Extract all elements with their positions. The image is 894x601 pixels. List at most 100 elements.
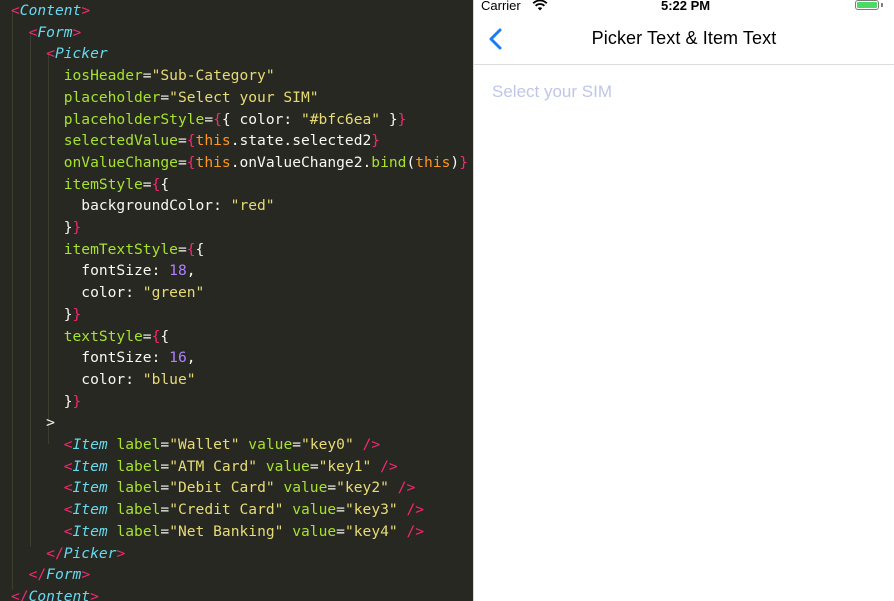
code-token: color: [11,284,143,302]
code-token: backgroundColor: [11,197,231,215]
code-token: fontSize: [11,349,170,367]
code-line: <Item label="Debit Card" value="key2" /> [11,477,416,499]
code-token: Picker [63,544,117,562]
code-token: = [204,110,214,128]
code-token: < [63,436,73,453]
code-line: fontSize: 18, [11,260,196,282]
code-token: "key0" [301,436,354,453]
code-token: { [160,175,170,193]
code-token: "red" [230,197,275,215]
code-line: color: "blue" [11,369,196,391]
code-token: { [213,110,222,128]
code-token: } [380,110,398,128]
code-token: } [459,153,468,171]
code-token: = [336,522,345,540]
code-line: }} [11,217,82,239]
code-token: 16 [169,349,187,367]
code-line: <Content> [11,0,90,22]
code-token: "ATM Card" [169,457,258,475]
code-line: placeholderStyle={{ color: "#bfc6ea" }} [11,109,407,131]
code-token: .state.selected2 [230,132,372,150]
code-token: } [11,219,73,236]
code-line: > [11,412,55,434]
code-line: </Form> [11,564,91,586]
code-token: placeholderStyle [63,110,205,128]
code-token: Item [72,457,108,475]
code-token: > [116,544,126,562]
code-token: < [63,501,73,519]
code-token: .onValueChange2. [230,153,372,171]
code-line: }} [11,304,82,326]
code-token: "Wallet" [169,436,240,453]
code-token: { [186,132,196,150]
code-token: < [63,479,73,497]
code-token: "green" [142,284,205,302]
code-token: } [72,219,82,236]
code-line: <Item label="ATM Card" value="key1" /> [11,456,398,478]
code-token: = [142,175,152,193]
code-token: Content [28,587,91,601]
code-token: , [186,349,196,367]
code-token: Picker [54,45,108,63]
code-token: } [72,392,82,410]
code-editor[interactable]: <Content> <Form> <Picker iosHeader="Sub-… [0,0,473,601]
code-line: placeholder="Select your SIM" [11,87,319,109]
code-token: = [160,436,170,453]
code-token: iosHeader [63,67,143,85]
code-line: color: "green" [11,282,204,304]
code-token: </ [11,587,29,601]
code-token: value [292,522,337,540]
code-token: color: [11,370,143,388]
code-token: Content [19,2,82,19]
code-token: } [371,132,381,150]
code-token: Item [72,522,108,540]
sim-picker[interactable]: Select your SIM [474,66,894,116]
code-token: itemStyle [63,175,143,193]
code-token: Item [72,479,108,497]
code-token: "Select your SIM" [169,88,319,106]
code-line: textStyle={{ [11,326,169,348]
code-token: label [116,501,161,519]
code-line: </Picker> [11,543,125,565]
code-token: label [116,436,161,453]
code-token: , [186,262,196,280]
code-token: = [160,479,170,497]
code-token: selectedValue [63,132,178,150]
code-token: { [186,153,196,171]
code-token: onValueChange [63,153,178,171]
code-token: bind [371,153,407,171]
code-token: this [195,132,231,150]
battery-tip [881,3,883,7]
code-token: = [177,132,187,150]
code-token: this [195,153,231,171]
code-token: < [46,45,55,63]
code-token: "Sub-Category" [151,67,275,85]
code-line: <Form> [11,22,82,44]
code-token: "Debit Card" [169,479,275,497]
code-token: label [116,479,161,497]
code-token: > [11,414,55,432]
code-token: = [327,479,337,497]
code-token: textStyle [63,327,143,345]
code-token: = [160,522,170,540]
status-bar: Carrier 5:22 PM [474,0,894,14]
code-line: <Item label="Credit Card" value="key3" /… [11,499,424,521]
code-token: /> [397,479,416,497]
code-token: { [160,327,170,345]
code-token: label [116,457,161,475]
code-token: "blue" [142,370,196,388]
code-token: value [292,501,337,519]
code-line: <Item label="Net Banking" value="key4" /… [11,521,424,543]
code-token: = [309,457,319,475]
code-token: = [160,88,170,106]
